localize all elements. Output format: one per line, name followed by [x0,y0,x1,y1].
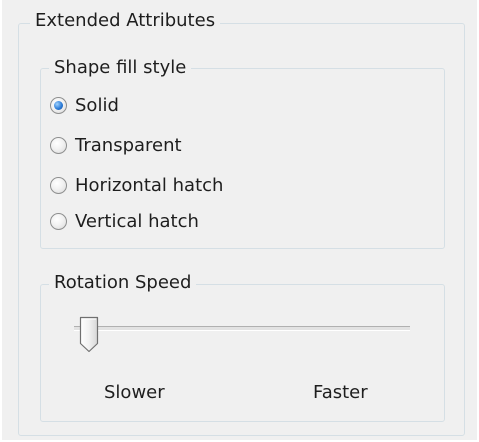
radio-option-vertical-hatch[interactable]: Vertical hatch [50,209,199,233]
radio-button-icon[interactable] [50,212,67,230]
faster-label: Faster [313,382,368,403]
rotation-speed-slider-track[interactable] [74,326,410,331]
radio-option-solid[interactable]: Solid [50,93,119,117]
radio-label: Transparent [75,134,182,156]
radio-button-icon[interactable] [50,136,67,154]
rotation-speed-group [40,284,445,422]
rotation-speed-slider-thumb[interactable] [78,316,100,353]
radio-label: Horizontal hatch [75,174,224,196]
radio-label: Vertical hatch [75,210,199,232]
shape-fill-style-title: Shape fill style [49,57,192,79]
radio-option-horizontal-hatch[interactable]: Horizontal hatch [50,173,223,197]
radio-label: Solid [75,94,119,116]
slower-label: Slower [104,382,165,403]
radio-button-icon[interactable] [50,176,67,194]
extended-attributes-title: Extended Attributes [30,10,221,32]
rotation-speed-title: Rotation Speed [49,272,197,294]
radio-button-icon[interactable] [50,96,67,114]
radio-option-transparent[interactable]: Transparent [50,133,182,157]
